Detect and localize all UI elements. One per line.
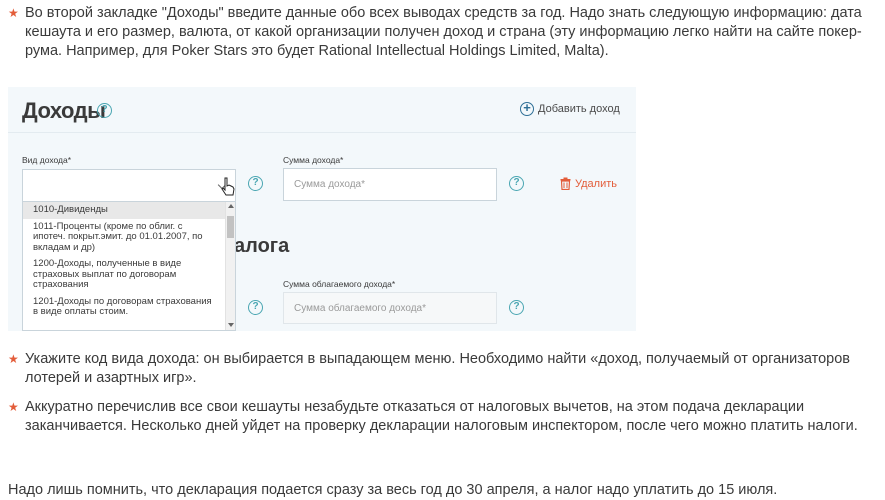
instruction-bullet-2: ★ Укажите код вида дохода: он выбирается… (8, 351, 851, 386)
plus-circle-icon: + (520, 101, 534, 116)
help-icon[interactable]: ? (97, 103, 112, 118)
scroll-up-icon[interactable] (228, 204, 234, 208)
dropdown-option[interactable]: 1201-Доходы по договорам страхования в в… (23, 294, 225, 321)
taxable-sum-label: Сумма облагаемого дохода* (283, 279, 396, 289)
star-bullet-icon: ★ (8, 352, 19, 366)
help-icon[interactable]: ? (248, 176, 263, 191)
scroll-thumb[interactable] (227, 216, 234, 238)
form-title: Доходы (22, 98, 106, 123)
header-divider (8, 132, 636, 133)
help-icon[interactable]: ? (509, 176, 524, 191)
help-icon[interactable]: ? (509, 300, 524, 315)
help-icon[interactable]: ? (248, 300, 263, 315)
star-bullet-icon: ★ (8, 400, 19, 414)
add-income-button[interactable]: + Добавить доход (520, 101, 620, 116)
dropdown-scrollbar[interactable] (225, 202, 235, 330)
star-bullet-icon: ★ (8, 6, 19, 20)
dropdown-option[interactable]: 1200-Доходы, полученные в виде страховых… (23, 256, 225, 294)
instruction-bullet-1: ★ Во второй закладке "Доходы" введите да… (8, 5, 862, 59)
dropdown-option[interactable]: 1011-Проценты (кроме по облиг. с ипотеч.… (23, 219, 225, 257)
trash-icon (560, 177, 571, 190)
instruction-bullet-3: ★ Аккуратно перечислив все свои кешауты … (8, 399, 858, 434)
income-type-select[interactable] (22, 169, 236, 202)
income-type-dropdown: 1010-Дивиденды 1011-Проценты (кроме по о… (22, 201, 236, 331)
income-sum-input[interactable]: Сумма дохода* (283, 168, 497, 201)
dropdown-option[interactable]: 1010-Дивиденды (23, 202, 225, 219)
income-form-screenshot: Доходы ? + Добавить доход Вид дохода* ? … (8, 87, 636, 331)
income-sum-label: Сумма дохода* (283, 155, 344, 165)
income-type-label: Вид дохода* (22, 155, 72, 165)
hand-cursor-icon (221, 177, 235, 196)
scroll-down-icon[interactable] (228, 323, 234, 327)
delete-button[interactable]: Удалить (560, 177, 617, 190)
taxable-sum-input[interactable]: Сумма облагаемого дохода* (283, 292, 497, 324)
footer-paragraph: Надо лишь помнить, что декларация подает… (8, 482, 778, 498)
section-title-fragment: алога (234, 235, 290, 257)
